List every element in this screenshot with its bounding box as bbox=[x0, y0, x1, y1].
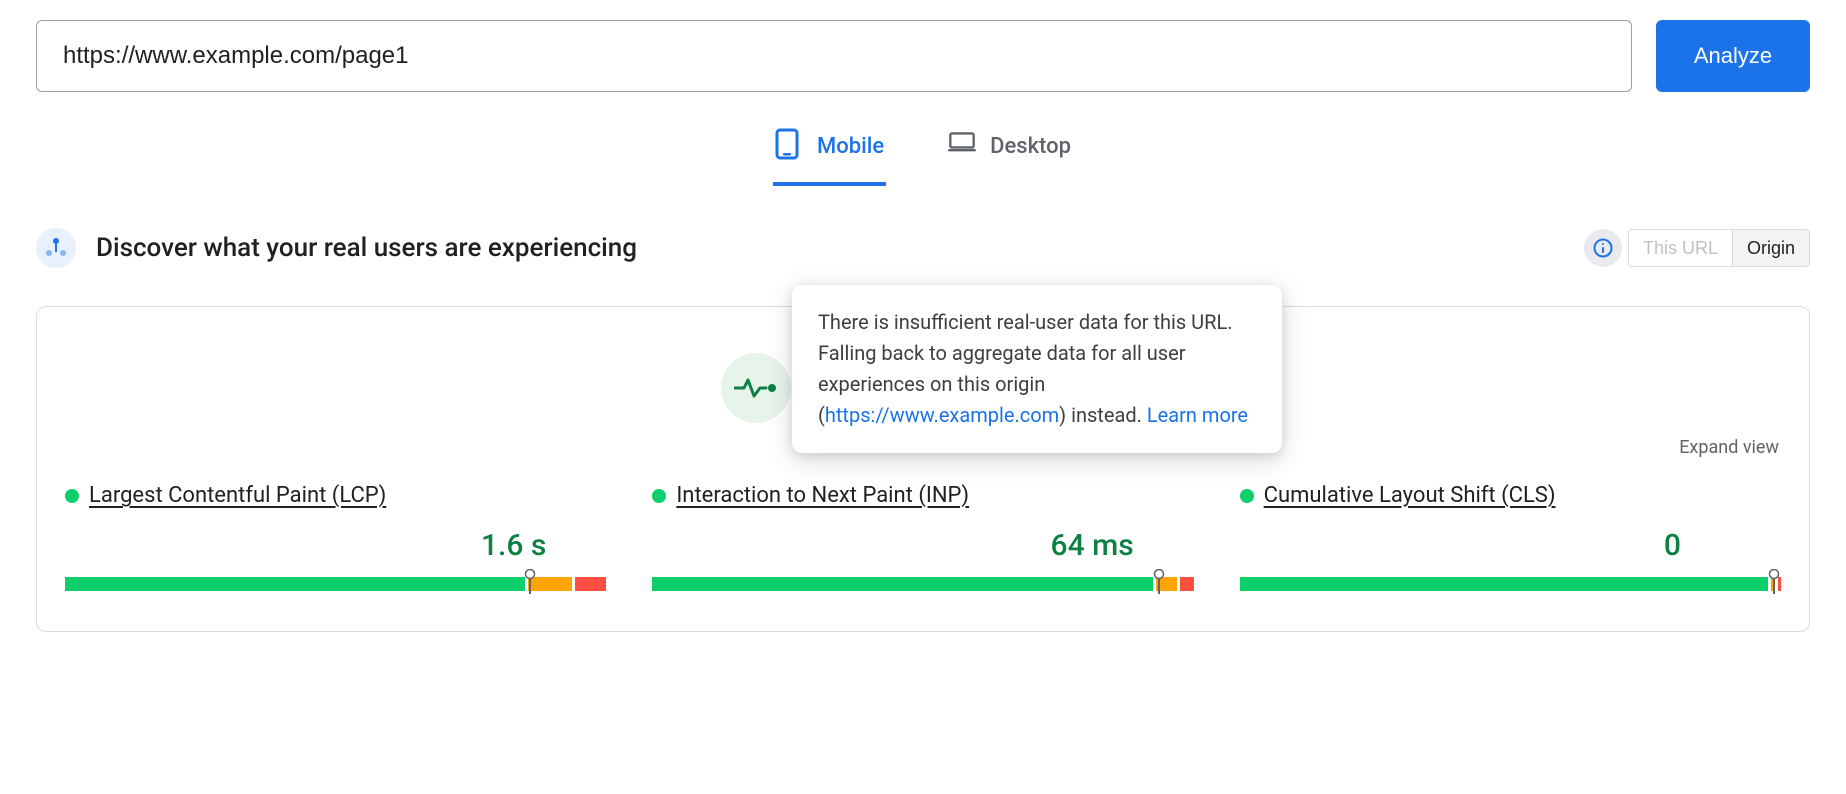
pulse-icon bbox=[721, 353, 791, 423]
bar-good bbox=[1240, 577, 1768, 591]
info-icon[interactable] bbox=[1584, 229, 1622, 267]
tooltip-origin-link[interactable]: https://www.example.com bbox=[825, 403, 1059, 427]
bar-needs-improvement bbox=[1771, 577, 1774, 591]
bar-needs-improvement bbox=[528, 577, 572, 591]
metric-inp: Interaction to Next Paint (INP) 64 ms bbox=[652, 483, 1193, 591]
search-row: Analyze bbox=[36, 20, 1810, 92]
metric-lcp-value: 1.6 s bbox=[65, 528, 606, 563]
status-dot-good-icon bbox=[1240, 489, 1254, 503]
section-title: Discover what your real users are experi… bbox=[96, 233, 637, 263]
mobile-icon bbox=[775, 128, 803, 164]
tooltip-text-mid: ) instead. bbox=[1059, 403, 1147, 427]
metric-lcp-name[interactable]: Largest Contentful Paint (LCP) bbox=[89, 483, 386, 508]
metrics-row: Largest Contentful Paint (LCP) 1.6 s Int… bbox=[65, 483, 1781, 591]
scope-origin-button[interactable]: Origin bbox=[1733, 229, 1810, 267]
metric-inp-value: 64 ms bbox=[652, 528, 1193, 563]
scope-toggle-group: This URL Origin bbox=[1584, 229, 1810, 267]
metric-cls-value: 0 bbox=[1240, 528, 1781, 563]
metric-cls-bar bbox=[1240, 577, 1781, 591]
bar-poor bbox=[575, 577, 606, 591]
metric-lcp: Largest Contentful Paint (LCP) 1.6 s bbox=[65, 483, 606, 591]
tab-mobile-label: Mobile bbox=[817, 134, 884, 159]
url-input[interactable] bbox=[36, 20, 1632, 92]
desktop-icon bbox=[948, 128, 976, 164]
metric-cls: Cumulative Layout Shift (CLS) 0 bbox=[1240, 483, 1781, 591]
crux-section-header: Discover what your real users are experi… bbox=[36, 228, 1810, 268]
crux-icon bbox=[36, 228, 76, 268]
tab-desktop-label: Desktop bbox=[990, 134, 1071, 159]
tab-mobile[interactable]: Mobile bbox=[773, 122, 886, 186]
scope-this-url-button[interactable]: This URL bbox=[1628, 229, 1733, 267]
bar-good bbox=[65, 577, 525, 591]
bar-good bbox=[652, 577, 1153, 591]
device-tabs: Mobile Desktop bbox=[36, 122, 1810, 186]
bar-needs-improvement bbox=[1156, 577, 1177, 591]
metric-inp-name[interactable]: Interaction to Next Paint (INP) bbox=[676, 483, 969, 508]
status-dot-good-icon bbox=[65, 489, 79, 503]
metric-lcp-bar bbox=[65, 577, 606, 591]
metric-inp-bar bbox=[652, 577, 1193, 591]
tab-desktop[interactable]: Desktop bbox=[946, 122, 1073, 186]
insufficient-data-tooltip: There is insufficient real-user data for… bbox=[792, 285, 1282, 453]
expand-view-link[interactable]: Expand view bbox=[1679, 437, 1779, 458]
status-dot-good-icon bbox=[652, 489, 666, 503]
analyze-button[interactable]: Analyze bbox=[1656, 20, 1810, 92]
metric-cls-name[interactable]: Cumulative Layout Shift (CLS) bbox=[1264, 483, 1556, 508]
bar-poor bbox=[1778, 577, 1781, 591]
bar-poor bbox=[1180, 577, 1194, 591]
tooltip-learn-more-link[interactable]: Learn more bbox=[1147, 403, 1248, 427]
